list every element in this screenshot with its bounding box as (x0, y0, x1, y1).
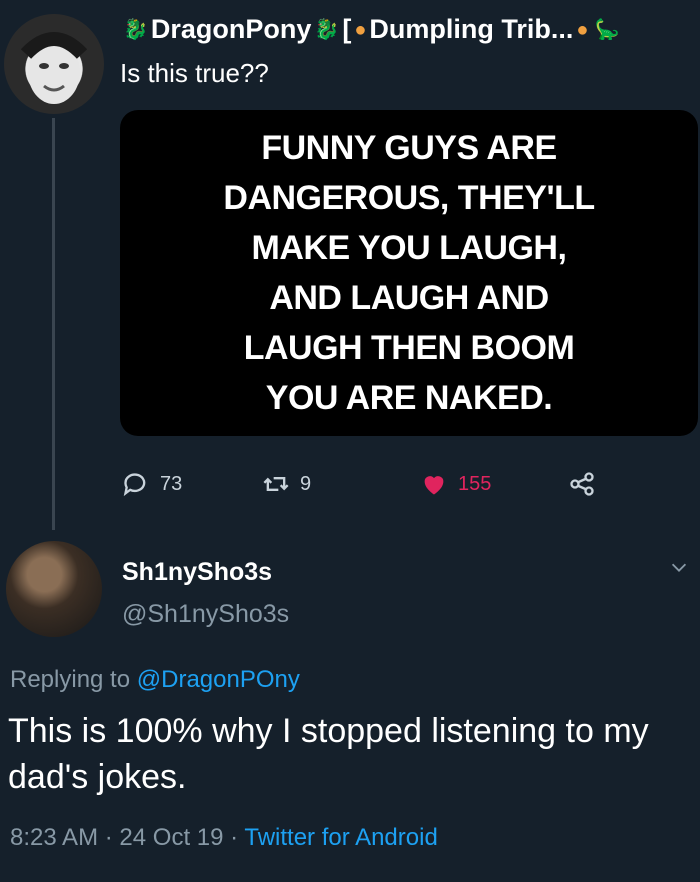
tweet2-handle[interactable]: @Sh1nySho3s (122, 600, 289, 629)
retweet-button[interactable]: 9 (262, 470, 311, 498)
image-text-line: FUNNY GUYS ARE (261, 129, 557, 167)
image-text-line: LAUGH THEN BOOM (243, 329, 575, 367)
reply-count: 73 (160, 472, 183, 495)
dragon-icon: 🐉 (123, 19, 148, 41)
like-button[interactable]: 155 (420, 470, 491, 498)
reply-icon (123, 473, 146, 497)
share-icon (570, 472, 594, 496)
group-name: Dumpling Trib... (369, 14, 574, 44)
dragon-icon: 🐉 (314, 19, 340, 41)
tweet2-text: This is 100% why I stopped listening to … (8, 712, 649, 796)
reply-button[interactable]: 73 (122, 470, 182, 498)
retweet-icon (263, 477, 289, 491)
tweet-time[interactable]: 8:23 AM (10, 824, 98, 851)
tweet2-meta: 8:23 AM · 24 Oct 19 · Twitter for Androi… (10, 824, 438, 852)
chevron-down-icon[interactable] (668, 556, 690, 578)
share-button[interactable] (568, 470, 596, 498)
dumpling-icon: ● (354, 19, 367, 41)
like-count: 155 (458, 472, 492, 495)
dragon-icon: 🦕 (594, 19, 620, 41)
image-text-line: DANGEROUS, THEY'LL (223, 179, 595, 217)
tweet1-header: 🐉 DragonPony 🐉[● Dumpling Trib... ● 🦕 (120, 14, 700, 50)
image-text-line: AND LAUGH AND (269, 279, 549, 317)
retweet-count: 9 (300, 472, 312, 495)
tweet1-text: Is this true?? (120, 58, 269, 88)
meta-separator: · (230, 824, 239, 851)
heart-icon (424, 476, 444, 495)
tweet-date[interactable]: 24 Oct 19 (119, 824, 223, 851)
dumpling-icon: ● (576, 19, 589, 41)
avatar-dragonpony[interactable] (4, 14, 104, 114)
avatar-sh1nysho3s[interactable] (6, 541, 102, 637)
meta-separator: · (104, 824, 113, 851)
group-tag-bracket: [ (342, 14, 352, 44)
avatar-face-icon (20, 32, 88, 104)
replying-mention-link[interactable]: @DragonPOny (137, 666, 300, 693)
tweet-source-link[interactable]: Twitter for Android (244, 824, 437, 851)
thread-line (52, 118, 55, 530)
image-text-line: YOU ARE NAKED. (265, 379, 553, 417)
tweet1-image[interactable]: FUNNY GUYS ARE DANGEROUS, THEY'LL MAKE Y… (120, 110, 698, 436)
tweet1-actions: 73 9 155 (120, 470, 700, 504)
image-text-line: MAKE YOU LAUGH, (251, 229, 567, 267)
replying-to: Replying to @DragonPOny (10, 666, 300, 694)
tweet1-display-name[interactable]: DragonPony (151, 14, 312, 44)
tweet2-display-name[interactable]: Sh1nySho3s (122, 558, 272, 587)
replying-label: Replying to (10, 666, 131, 693)
